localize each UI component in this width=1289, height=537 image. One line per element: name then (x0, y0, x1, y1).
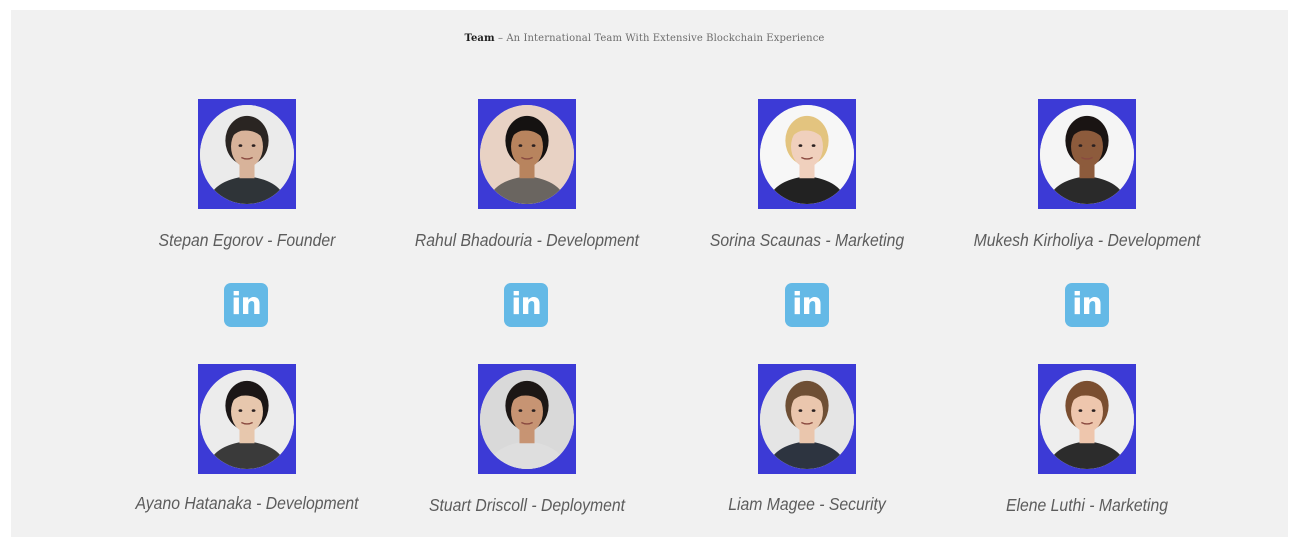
portrait-illustration (200, 105, 294, 204)
portrait-avatar (200, 370, 294, 469)
portrait-avatar (1040, 105, 1134, 204)
portrait-avatar (480, 370, 574, 469)
member-name: Stuart Driscoll - Deployment (428, 495, 626, 515)
linkedin-icon[interactable]: in (504, 283, 548, 327)
team-member: Stepan Egorov - Founder (106, 99, 386, 259)
team-member: Stuart Driscoll - Deployment (386, 364, 666, 524)
portrait-illustration (1040, 370, 1134, 469)
portrait-illustration (480, 370, 574, 469)
portrait-avatar (480, 105, 574, 204)
member-name: Liam Magee - Security (728, 494, 886, 514)
member-photo (758, 364, 856, 474)
member-name: Stepan Egorov - Founder (158, 230, 336, 250)
portrait-avatar (200, 105, 294, 204)
team-member: Mukesh Kirholiya - Development (946, 99, 1226, 259)
team-member: Liam Magee - Security (666, 364, 946, 524)
member-name: Sorina Scaunas - Marketing (709, 230, 905, 250)
member-photo (198, 99, 296, 209)
portrait-illustration (760, 105, 854, 204)
team-heading-subtitle: – An International Team With Extensive B… (494, 33, 825, 44)
member-photo (478, 364, 576, 474)
member-photo (1038, 364, 1136, 474)
team-member: Sorina Scaunas - Marketing (666, 99, 946, 259)
portrait-avatar (1040, 370, 1134, 469)
team-heading: Team – An International Team With Extens… (0, 33, 1289, 44)
team-member: Elene Luthi - Marketing (946, 364, 1226, 524)
member-name: Rahul Bhadouria - Development (414, 230, 640, 250)
member-name: Mukesh Kirholiya - Development (973, 230, 1201, 250)
portrait-avatar (760, 370, 854, 469)
member-photo (1038, 99, 1136, 209)
member-name: Elene Luthi - Marketing (1006, 495, 1168, 515)
portrait-illustration (1040, 105, 1134, 204)
member-photo (758, 99, 856, 209)
linkedin-icon[interactable]: in (224, 283, 268, 327)
linkedin-icon[interactable]: in (1065, 283, 1109, 327)
member-name: Ayano Hatanaka - Development (135, 493, 359, 513)
portrait-illustration (480, 105, 574, 204)
linkedin-icon[interactable]: in (785, 283, 829, 327)
team-member: Ayano Hatanaka - Development (106, 364, 386, 524)
portrait-avatar (760, 105, 854, 204)
portrait-illustration (200, 370, 294, 469)
member-photo (478, 99, 576, 209)
team-member: Rahul Bhadouria - Development (386, 99, 666, 259)
portrait-illustration (760, 370, 854, 469)
team-heading-strong: Team (464, 33, 495, 44)
member-photo (198, 364, 296, 474)
